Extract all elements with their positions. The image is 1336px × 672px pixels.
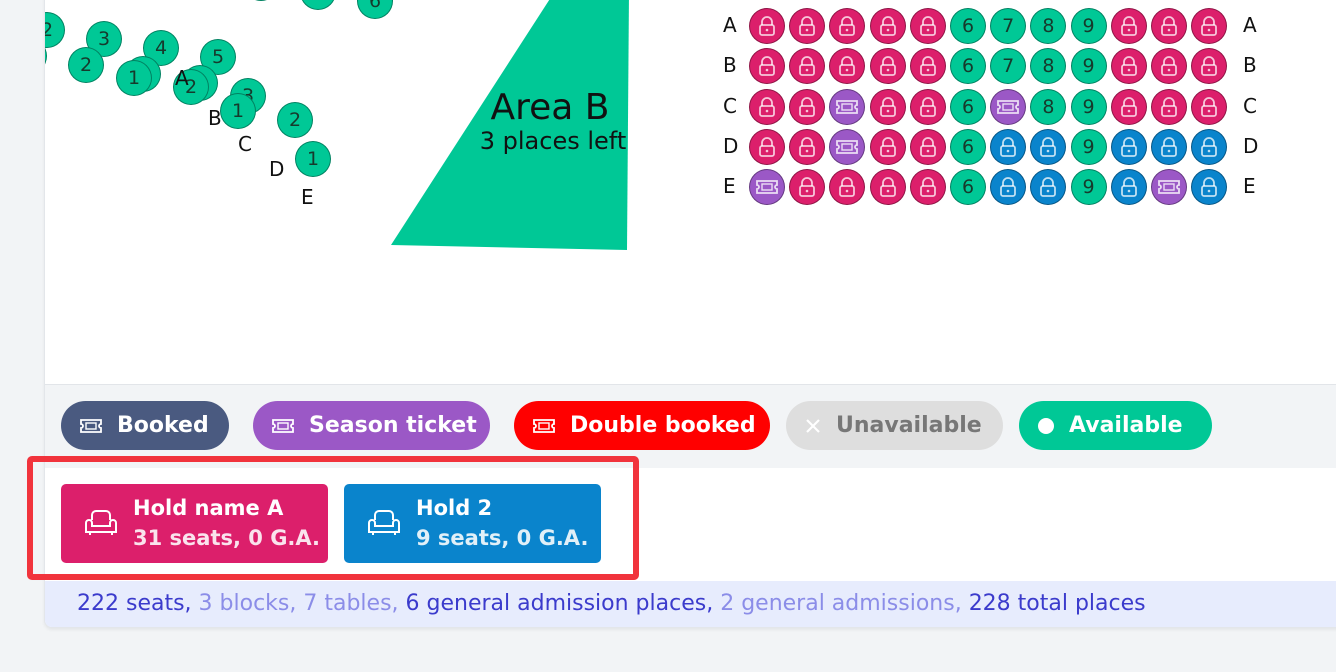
legend-pill[interactable]: Unavailable	[786, 401, 1003, 450]
grid-row-label-right: B	[1243, 53, 1257, 78]
area-b-places-left: 3 places left	[479, 127, 627, 155]
grid-seat[interactable]: 6	[950, 8, 986, 44]
grid-seat[interactable]: 7	[990, 8, 1027, 44]
legend-pill[interactable]: Booked	[61, 401, 229, 450]
grid-seat[interactable]: 9	[1070, 128, 1107, 165]
held-seat-lock-icon[interactable]	[1110, 48, 1147, 85]
legend-pill[interactable]: Season ticket	[253, 401, 490, 450]
grid-seat[interactable]: 9	[1070, 8, 1107, 44]
highlight-box	[27, 456, 639, 580]
summary-segment: 2 general admissions,	[720, 591, 969, 616]
grid-seat[interactable]: 6	[950, 169, 986, 206]
ticket-icon	[271, 418, 295, 434]
held-seat-lock-icon[interactable]	[1110, 88, 1147, 125]
held-seat-lock-icon[interactable]	[869, 128, 906, 165]
grid-seat[interactable]: 9	[1070, 169, 1107, 206]
held-seat-lock-icon[interactable]	[869, 88, 906, 125]
held-seat-lock-icon[interactable]	[1110, 8, 1147, 44]
held-seat-lock-icon[interactable]	[909, 128, 946, 165]
grid-seat[interactable]: 9	[1070, 88, 1107, 125]
legend-pill[interactable]: Double booked	[514, 401, 770, 450]
held-seat-lock-icon[interactable]	[909, 48, 946, 85]
season-ticket-seat-icon[interactable]	[990, 88, 1027, 125]
season-ticket-seat-icon[interactable]	[829, 88, 866, 125]
held-seat-lock-icon[interactable]	[789, 128, 826, 165]
held-seat-lock-icon[interactable]	[1151, 128, 1187, 165]
held-seat-lock-icon[interactable]	[789, 88, 826, 125]
legend-pill-label: Available	[1069, 413, 1183, 438]
grid-row-label-right: E	[1243, 174, 1256, 199]
season-ticket-seat-icon[interactable]	[1151, 169, 1187, 206]
grid-row-label-left: D	[723, 133, 739, 158]
held-seat-lock-icon[interactable]	[1191, 8, 1228, 44]
summary-segment: 6 general admission places,	[405, 591, 721, 616]
grid-row-label-left: E	[723, 174, 736, 199]
held-seat-lock-icon[interactable]	[749, 8, 785, 44]
ticket-icon	[79, 418, 103, 434]
grid-seat[interactable]: 6	[950, 88, 986, 125]
held-seat-lock-icon[interactable]	[1110, 128, 1147, 165]
held-seat-lock-icon[interactable]	[869, 48, 906, 85]
close-icon	[804, 417, 822, 435]
legend-pill[interactable]: Available	[1019, 401, 1212, 450]
held-seat-lock-icon[interactable]	[909, 8, 946, 44]
ticket-icon	[532, 418, 556, 434]
grid-row-label-left: C	[723, 93, 737, 118]
held-seat-lock-icon[interactable]	[909, 169, 946, 206]
summary-segment: 222 seats,	[77, 591, 199, 616]
held-seat-lock-icon[interactable]	[749, 88, 785, 125]
held-seat-lock-icon[interactable]	[869, 8, 906, 44]
dot-icon	[1037, 417, 1055, 435]
legend-pill-label: Unavailable	[836, 413, 982, 438]
legend-pill-label: Season ticket	[309, 413, 477, 438]
summary-segment: 3 blocks, 7 tables,	[198, 591, 406, 616]
grid-seat[interactable]: 9	[1070, 48, 1107, 85]
grid-seat[interactable]: 8	[1030, 88, 1067, 125]
grid-row-label-left: B	[723, 53, 737, 78]
capacity-summary: 222 seats, 3 blocks, 7 tables, 6 general…	[45, 581, 1336, 627]
grid-row-label-right: C	[1243, 93, 1257, 118]
legend-pill-label: Double booked	[570, 413, 756, 438]
area-b-name: Area B	[490, 87, 610, 128]
held-seat-lock-icon[interactable]	[749, 128, 785, 165]
grid-row-label-left: A	[723, 13, 737, 37]
held-seat-lock-icon[interactable]	[1110, 169, 1147, 206]
held-seat-lock-icon[interactable]	[990, 128, 1027, 165]
legend-pill-label: Booked	[117, 413, 209, 438]
grid-seat[interactable]: 6	[950, 128, 986, 165]
summary-segment: 228 total places	[968, 591, 1146, 616]
held-seat-lock-icon[interactable]	[1191, 88, 1228, 125]
season-ticket-seat-icon[interactable]	[749, 169, 785, 206]
held-seat-lock-icon[interactable]	[869, 169, 906, 206]
held-seat-lock-icon[interactable]	[789, 8, 826, 44]
held-seat-lock-icon[interactable]	[1151, 8, 1187, 44]
grid-row-label-right: A	[1243, 13, 1257, 37]
held-seat-lock-icon[interactable]	[1151, 88, 1187, 125]
held-seat-lock-icon[interactable]	[1191, 128, 1228, 165]
seating-map: 6543254324321321211ABCDE Area B 3 places…	[45, 0, 1336, 384]
grid-row-label-right: D	[1243, 133, 1259, 158]
held-seat-lock-icon[interactable]	[909, 88, 946, 125]
